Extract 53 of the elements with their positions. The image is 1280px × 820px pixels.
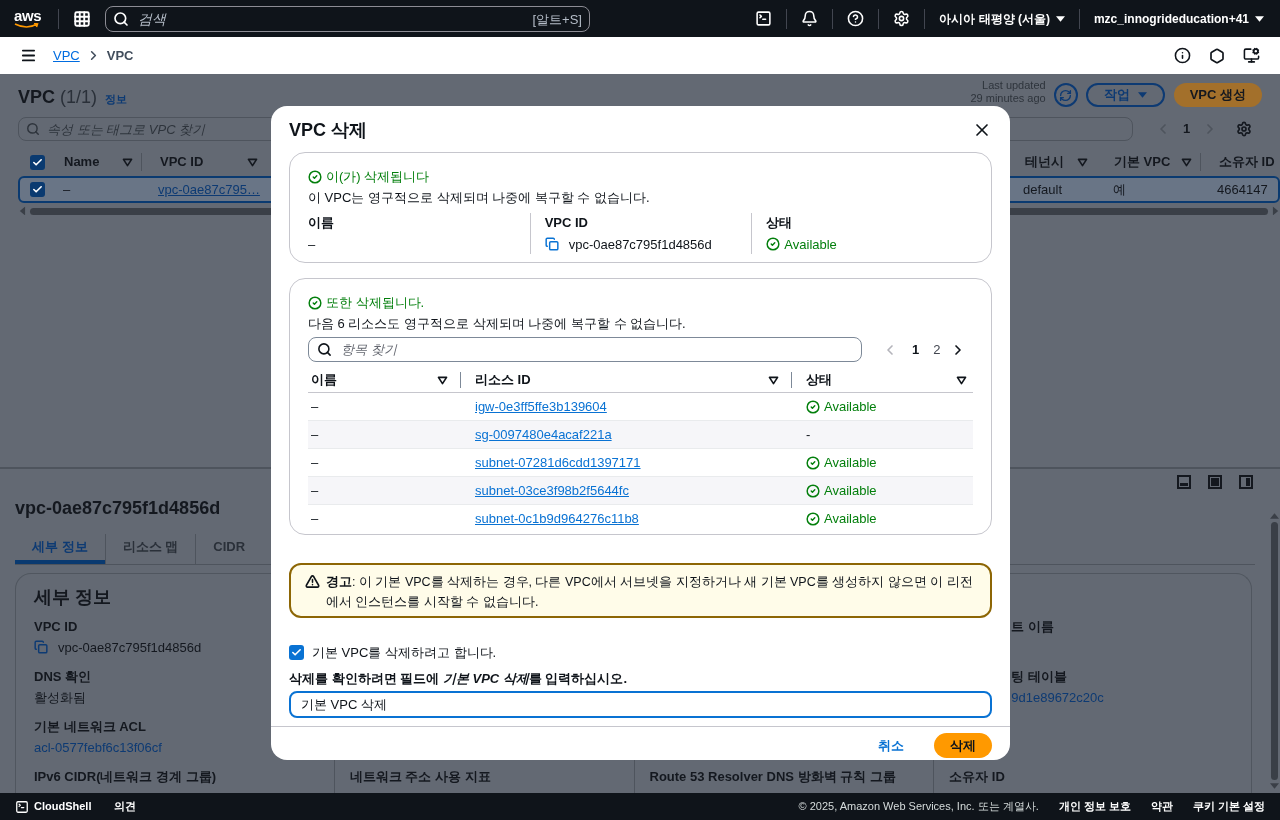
field-label: 네트워크 주소 사용 지표 <box>349 768 491 786</box>
table-cell: – <box>311 511 319 527</box>
status-text: Available <box>824 397 877 416</box>
shortcut-hint: [알트+S] <box>532 10 582 29</box>
checkbox-label: 기본 VPC를 삭제하려고 합니다. <box>312 644 497 662</box>
panel-title: vpc-0ae87c795f1d4856d <box>15 497 221 520</box>
field-value: – <box>308 235 317 254</box>
page-title: VPC (1/1) <box>18 86 98 109</box>
table-cell: – <box>311 426 319 442</box>
table-cell: default <box>1023 181 1063 197</box>
status-heading: 또한 삭제됩니다. <box>326 294 425 312</box>
field-label: Route 53 Resolver DNS 방화벽 규칙 그룹 <box>649 768 896 786</box>
field-value: vpc-0ae87c795f1d4856d <box>568 235 712 254</box>
status-text: Available <box>824 453 877 472</box>
status-text: Available <box>824 481 877 500</box>
table-cell: – <box>311 398 319 414</box>
field-label: 기본 네트워크 ACL <box>34 718 146 736</box>
status-heading: 이(가) 삭제됩니다 <box>326 168 430 186</box>
field-label: DNS 확인 <box>34 668 92 686</box>
field-label: 소유자 ID <box>949 768 1005 786</box>
field-label: 이름 <box>308 214 335 232</box>
status-text: Available <box>824 510 877 529</box>
copyright-text: © 2025, Amazon Web Services, Inc. 또는 계열사. <box>798 799 1039 815</box>
column-header: 리소스 ID <box>475 371 531 390</box>
breadcrumb-current: VPC <box>106 46 134 65</box>
field-label: IPv6 CIDR(네트워크 경계 그룹) <box>34 768 216 786</box>
field-label: 트 이름 <box>1011 618 1054 636</box>
column-header: 소유자 ID <box>1219 153 1275 172</box>
table-cell: 4664147 <box>1217 181 1268 197</box>
warning-text: 경고: 이 기본 VPC를 삭제하는 경우, 다른 VPC에서 서브넷을 지정하거나 새 기본 VPC를 생성하지 않으면 이 리전에서 인스턴스를 시작할 수 없습니다. <box>326 574 974 611</box>
section-description: 다음 6 리소스도 영구적으로 삭제되며 나중에 복구할 수 없습니다. <box>308 314 687 333</box>
field-label: 팅 테이블 <box>1011 668 1067 686</box>
table-cell-text: - <box>806 425 811 444</box>
field-value: vpc-0ae87c795f1d4856d <box>58 638 202 657</box>
field-value: 활성화됨 <box>34 688 86 707</box>
status-text: Available <box>784 235 837 254</box>
table-cell: 예 <box>1113 181 1126 197</box>
column-header: Name <box>64 153 100 172</box>
column-header: 테넌시 <box>1025 153 1064 172</box>
column-header: 이름 <box>311 371 337 390</box>
field-label: VPC ID <box>544 214 589 232</box>
column-header: 상태 <box>806 371 832 390</box>
section-description: 이 VPC는 영구적으로 삭제되며 나중에 복구할 수 없습니다. <box>308 188 651 207</box>
field-label: VPC ID <box>34 618 78 636</box>
column-header: 기본 VPC <box>1114 153 1171 172</box>
confirm-instruction: 삭제를 확인하려면 필드에 기본 VPC 삭제를 입력하십시오. <box>289 669 628 688</box>
card-title: 세부 정보 <box>34 586 111 609</box>
dialog-title: VPC 삭제 <box>289 118 367 142</box>
column-header: VPC ID <box>160 153 204 172</box>
table-cell: – <box>63 181 71 197</box>
table-cell: – <box>311 482 319 498</box>
table-cell: – <box>311 454 319 470</box>
field-label: 상태 <box>766 214 794 232</box>
